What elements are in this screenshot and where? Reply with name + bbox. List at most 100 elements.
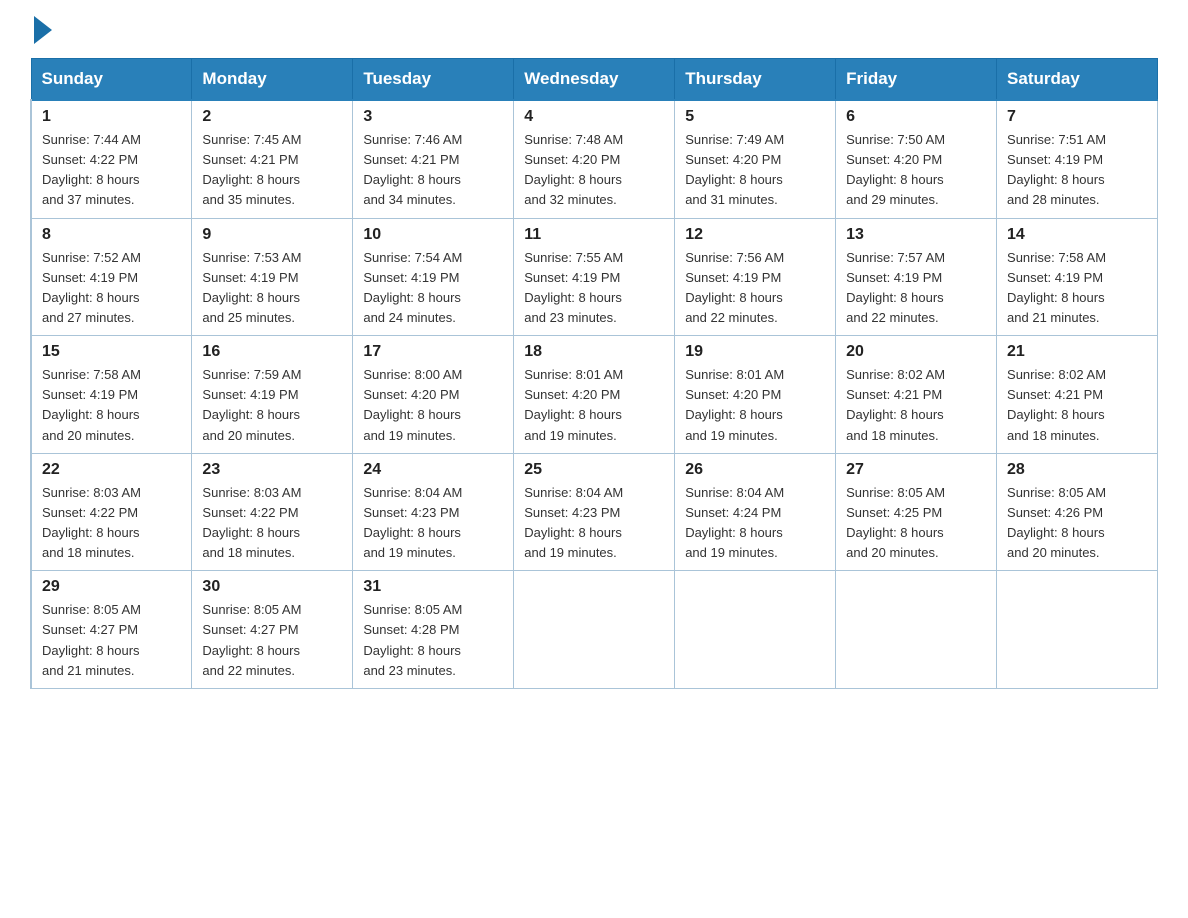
day-info: Sunrise: 7:55 AMSunset: 4:19 PMDaylight:… xyxy=(524,250,623,325)
calendar-day-cell: 13 Sunrise: 7:57 AMSunset: 4:19 PMDaylig… xyxy=(836,218,997,336)
logo-arrow-icon xyxy=(34,16,52,44)
weekday-header-row: SundayMondayTuesdayWednesdayThursdayFrid… xyxy=(31,59,1158,101)
day-info: Sunrise: 8:05 AMSunset: 4:25 PMDaylight:… xyxy=(846,485,945,560)
calendar-day-cell: 1 Sunrise: 7:44 AMSunset: 4:22 PMDayligh… xyxy=(31,100,192,218)
day-number: 29 xyxy=(42,578,181,596)
day-info: Sunrise: 7:58 AMSunset: 4:19 PMDaylight:… xyxy=(1007,250,1106,325)
day-number: 24 xyxy=(363,461,503,479)
day-info: Sunrise: 8:03 AMSunset: 4:22 PMDaylight:… xyxy=(42,485,141,560)
weekday-header-wednesday: Wednesday xyxy=(514,59,675,101)
weekday-header-saturday: Saturday xyxy=(997,59,1158,101)
calendar-day-cell: 18 Sunrise: 8:01 AMSunset: 4:20 PMDaylig… xyxy=(514,336,675,454)
day-number: 21 xyxy=(1007,343,1147,361)
day-number: 16 xyxy=(202,343,342,361)
day-number: 3 xyxy=(363,108,503,126)
day-number: 18 xyxy=(524,343,664,361)
calendar-day-cell: 28 Sunrise: 8:05 AMSunset: 4:26 PMDaylig… xyxy=(997,453,1158,571)
day-info: Sunrise: 7:53 AMSunset: 4:19 PMDaylight:… xyxy=(202,250,301,325)
calendar-week-row: 1 Sunrise: 7:44 AMSunset: 4:22 PMDayligh… xyxy=(31,100,1158,218)
day-info: Sunrise: 8:02 AMSunset: 4:21 PMDaylight:… xyxy=(1007,367,1106,442)
day-number: 20 xyxy=(846,343,986,361)
calendar-day-cell: 12 Sunrise: 7:56 AMSunset: 4:19 PMDaylig… xyxy=(675,218,836,336)
day-info: Sunrise: 8:05 AMSunset: 4:27 PMDaylight:… xyxy=(42,602,141,677)
day-number: 11 xyxy=(524,226,664,244)
day-info: Sunrise: 7:49 AMSunset: 4:20 PMDaylight:… xyxy=(685,132,784,207)
day-info: Sunrise: 7:54 AMSunset: 4:19 PMDaylight:… xyxy=(363,250,462,325)
calendar-day-cell: 10 Sunrise: 7:54 AMSunset: 4:19 PMDaylig… xyxy=(353,218,514,336)
day-info: Sunrise: 7:51 AMSunset: 4:19 PMDaylight:… xyxy=(1007,132,1106,207)
day-number: 5 xyxy=(685,108,825,126)
calendar-table: SundayMondayTuesdayWednesdayThursdayFrid… xyxy=(30,58,1158,689)
calendar-day-cell: 29 Sunrise: 8:05 AMSunset: 4:27 PMDaylig… xyxy=(31,571,192,689)
day-number: 4 xyxy=(524,108,664,126)
day-number: 31 xyxy=(363,578,503,596)
day-number: 25 xyxy=(524,461,664,479)
calendar-day-cell: 3 Sunrise: 7:46 AMSunset: 4:21 PMDayligh… xyxy=(353,100,514,218)
day-number: 27 xyxy=(846,461,986,479)
day-number: 30 xyxy=(202,578,342,596)
calendar-day-cell: 31 Sunrise: 8:05 AMSunset: 4:28 PMDaylig… xyxy=(353,571,514,689)
day-info: Sunrise: 7:58 AMSunset: 4:19 PMDaylight:… xyxy=(42,367,141,442)
day-info: Sunrise: 7:50 AMSunset: 4:20 PMDaylight:… xyxy=(846,132,945,207)
calendar-day-cell: 22 Sunrise: 8:03 AMSunset: 4:22 PMDaylig… xyxy=(31,453,192,571)
calendar-day-cell: 5 Sunrise: 7:49 AMSunset: 4:20 PMDayligh… xyxy=(675,100,836,218)
day-info: Sunrise: 8:04 AMSunset: 4:23 PMDaylight:… xyxy=(363,485,462,560)
day-info: Sunrise: 7:48 AMSunset: 4:20 PMDaylight:… xyxy=(524,132,623,207)
calendar-day-cell: 16 Sunrise: 7:59 AMSunset: 4:19 PMDaylig… xyxy=(192,336,353,454)
day-number: 17 xyxy=(363,343,503,361)
calendar-day-cell: 20 Sunrise: 8:02 AMSunset: 4:21 PMDaylig… xyxy=(836,336,997,454)
day-number: 12 xyxy=(685,226,825,244)
day-info: Sunrise: 7:59 AMSunset: 4:19 PMDaylight:… xyxy=(202,367,301,442)
day-number: 7 xyxy=(1007,108,1147,126)
calendar-day-cell: 19 Sunrise: 8:01 AMSunset: 4:20 PMDaylig… xyxy=(675,336,836,454)
day-info: Sunrise: 8:05 AMSunset: 4:28 PMDaylight:… xyxy=(363,602,462,677)
empty-cell xyxy=(514,571,675,689)
day-info: Sunrise: 8:05 AMSunset: 4:26 PMDaylight:… xyxy=(1007,485,1106,560)
day-number: 15 xyxy=(42,343,181,361)
calendar-week-row: 15 Sunrise: 7:58 AMSunset: 4:19 PMDaylig… xyxy=(31,336,1158,454)
calendar-day-cell: 30 Sunrise: 8:05 AMSunset: 4:27 PMDaylig… xyxy=(192,571,353,689)
empty-cell xyxy=(836,571,997,689)
calendar-day-cell: 26 Sunrise: 8:04 AMSunset: 4:24 PMDaylig… xyxy=(675,453,836,571)
day-number: 8 xyxy=(42,226,181,244)
day-info: Sunrise: 8:02 AMSunset: 4:21 PMDaylight:… xyxy=(846,367,945,442)
empty-cell xyxy=(997,571,1158,689)
day-number: 6 xyxy=(846,108,986,126)
weekday-header-friday: Friday xyxy=(836,59,997,101)
calendar-day-cell: 15 Sunrise: 7:58 AMSunset: 4:19 PMDaylig… xyxy=(31,336,192,454)
weekday-header-sunday: Sunday xyxy=(31,59,192,101)
calendar-day-cell: 21 Sunrise: 8:02 AMSunset: 4:21 PMDaylig… xyxy=(997,336,1158,454)
weekday-header-thursday: Thursday xyxy=(675,59,836,101)
page-header xyxy=(30,20,1158,38)
calendar-week-row: 8 Sunrise: 7:52 AMSunset: 4:19 PMDayligh… xyxy=(31,218,1158,336)
day-number: 22 xyxy=(42,461,181,479)
day-info: Sunrise: 7:45 AMSunset: 4:21 PMDaylight:… xyxy=(202,132,301,207)
calendar-day-cell: 25 Sunrise: 8:04 AMSunset: 4:23 PMDaylig… xyxy=(514,453,675,571)
day-info: Sunrise: 7:44 AMSunset: 4:22 PMDaylight:… xyxy=(42,132,141,207)
calendar-day-cell: 17 Sunrise: 8:00 AMSunset: 4:20 PMDaylig… xyxy=(353,336,514,454)
day-number: 1 xyxy=(42,108,181,126)
calendar-day-cell: 8 Sunrise: 7:52 AMSunset: 4:19 PMDayligh… xyxy=(31,218,192,336)
day-number: 28 xyxy=(1007,461,1147,479)
day-number: 19 xyxy=(685,343,825,361)
day-number: 9 xyxy=(202,226,342,244)
calendar-day-cell: 6 Sunrise: 7:50 AMSunset: 4:20 PMDayligh… xyxy=(836,100,997,218)
day-info: Sunrise: 8:01 AMSunset: 4:20 PMDaylight:… xyxy=(685,367,784,442)
day-info: Sunrise: 8:04 AMSunset: 4:23 PMDaylight:… xyxy=(524,485,623,560)
calendar-day-cell: 11 Sunrise: 7:55 AMSunset: 4:19 PMDaylig… xyxy=(514,218,675,336)
day-info: Sunrise: 7:57 AMSunset: 4:19 PMDaylight:… xyxy=(846,250,945,325)
calendar-day-cell: 7 Sunrise: 7:51 AMSunset: 4:19 PMDayligh… xyxy=(997,100,1158,218)
calendar-day-cell: 27 Sunrise: 8:05 AMSunset: 4:25 PMDaylig… xyxy=(836,453,997,571)
empty-cell xyxy=(675,571,836,689)
day-number: 23 xyxy=(202,461,342,479)
weekday-header-tuesday: Tuesday xyxy=(353,59,514,101)
logo xyxy=(30,20,52,38)
weekday-header-monday: Monday xyxy=(192,59,353,101)
day-info: Sunrise: 7:56 AMSunset: 4:19 PMDaylight:… xyxy=(685,250,784,325)
day-info: Sunrise: 8:05 AMSunset: 4:27 PMDaylight:… xyxy=(202,602,301,677)
day-info: Sunrise: 8:03 AMSunset: 4:22 PMDaylight:… xyxy=(202,485,301,560)
calendar-day-cell: 4 Sunrise: 7:48 AMSunset: 4:20 PMDayligh… xyxy=(514,100,675,218)
calendar-week-row: 29 Sunrise: 8:05 AMSunset: 4:27 PMDaylig… xyxy=(31,571,1158,689)
day-number: 2 xyxy=(202,108,342,126)
day-info: Sunrise: 8:00 AMSunset: 4:20 PMDaylight:… xyxy=(363,367,462,442)
